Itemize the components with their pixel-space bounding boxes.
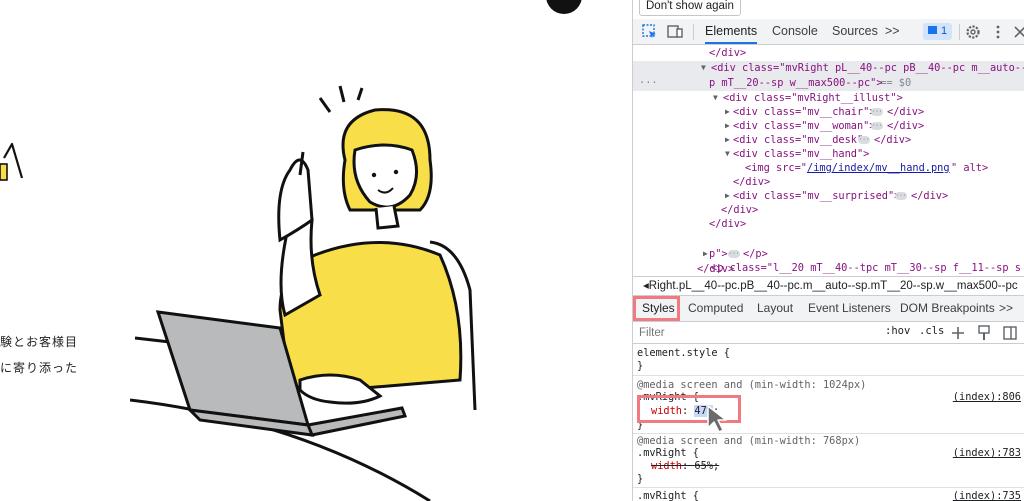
- styles-tab-highlight: [633, 296, 680, 321]
- inspect-element-icon[interactable]: [641, 23, 659, 41]
- device-toolbar-icon[interactable]: [666, 23, 684, 41]
- selected-node-marker: == $0: [874, 77, 912, 89]
- rule-separator: [633, 433, 1024, 434]
- tab-layout[interactable]: Layout: [757, 296, 793, 321]
- width-declaration-65-overridden[interactable]: width: 65%;: [637, 460, 1021, 473]
- media-query-768: @media screen and (min-width: 768px): [637, 435, 861, 447]
- issues-badge[interactable]: 1: [923, 23, 953, 40]
- more-subtabs-button[interactable]: >>: [999, 296, 1013, 321]
- webpage-viewport: 験とお客様目 に寄り添った: [0, 0, 632, 501]
- source-link-1024[interactable]: (index):806: [953, 391, 1021, 404]
- styles-filter-input[interactable]: [639, 324, 879, 342]
- breadcrumb[interactable]: ◂Right.pL__40--pc.pB__40--pc.m__auto--sp…: [633, 276, 1024, 296]
- selected-node-open-tag: <div class="mvRight pL__40--pc pB__40--p…: [711, 62, 1024, 74]
- styles-subtabs: Styles Computed Layout Event Listeners D…: [633, 296, 1024, 322]
- source-link-base[interactable]: (index):735: [953, 490, 1021, 501]
- dom-node-close[interactable]: </div>: [633, 46, 1024, 61]
- mouse-pointer-icon: [707, 405, 727, 433]
- settings-gear-icon[interactable]: [964, 23, 982, 41]
- tab-console[interactable]: Console: [772, 19, 818, 44]
- tab-elements[interactable]: Elements: [705, 19, 758, 44]
- toolbar-divider: [959, 24, 960, 40]
- element-style-rule[interactable]: element.style {: [637, 347, 1021, 360]
- toolbar-divider: [693, 24, 694, 40]
- dom-node-p[interactable]: ▶ <p class="l__20 mT__40--tpc mT__30--sp…: [633, 232, 1024, 274]
- styles-filter-bar: :hov .cls: [633, 322, 1024, 344]
- dom-tree: </div> ··· ▼ <div class="mvRight pL__40-…: [633, 46, 1024, 276]
- devtools-panel: Don't show again Elements Console Source…: [632, 0, 1024, 501]
- cls-toggle[interactable]: .cls: [919, 325, 944, 337]
- new-style-rule-icon[interactable]: [951, 326, 965, 340]
- rule-close-brace: }: [637, 360, 644, 372]
- media-query-1024: @media screen and (min-width: 1024px): [637, 379, 867, 391]
- tab-sources[interactable]: Sources: [832, 19, 878, 44]
- node-actions-ellipsis[interactable]: ···: [639, 76, 658, 91]
- decorative-dot: [546, 0, 582, 14]
- rule-close-brace: }: [637, 473, 644, 485]
- tab-dom-breakpoints[interactable]: DOM Breakpoints: [900, 296, 995, 321]
- rule-separator: [633, 375, 1024, 376]
- hero-copy-line-2: に寄り添った: [0, 361, 79, 375]
- woman-at-laptop-illustration: [130, 85, 477, 501]
- issue-count: 1: [941, 25, 948, 37]
- rule-separator: [633, 487, 1024, 488]
- dom-node-selected-mvright[interactable]: ··· ▼ <div class="mvRight pL__40--pc pB_…: [633, 61, 1024, 91]
- selected-node-open-tag-cont: p mT__20--sp w__max500--pc">: [709, 77, 883, 89]
- collapse-triangle-icon[interactable]: ▼: [701, 61, 706, 76]
- close-icon[interactable]: [1011, 23, 1024, 41]
- kebab-menu-icon[interactable]: [989, 23, 1007, 41]
- hov-toggle[interactable]: :hov: [885, 325, 910, 337]
- tab-computed[interactable]: Computed: [688, 296, 743, 321]
- more-tabs-button[interactable]: >>: [885, 19, 900, 44]
- tab-event-listeners[interactable]: Event Listeners: [808, 296, 891, 321]
- issue-icon: [928, 26, 937, 34]
- toggle-sidebar-icon[interactable]: [1003, 325, 1017, 341]
- paint-brush-icon[interactable]: [977, 325, 991, 341]
- logo-icon: [0, 142, 24, 181]
- source-link-768[interactable]: (index):783: [953, 447, 1021, 460]
- dont-show-again-button[interactable]: Don't show again: [639, 0, 741, 16]
- styles-pane: element.style { } @media screen and (min…: [633, 344, 1024, 501]
- img-src-link[interactable]: /img/index/mv__hand.png: [807, 161, 950, 176]
- hero-copy-line-1: 験とお客様目: [0, 335, 79, 349]
- devtools-tabbar: Elements Console Sources >> 1: [633, 19, 1024, 45]
